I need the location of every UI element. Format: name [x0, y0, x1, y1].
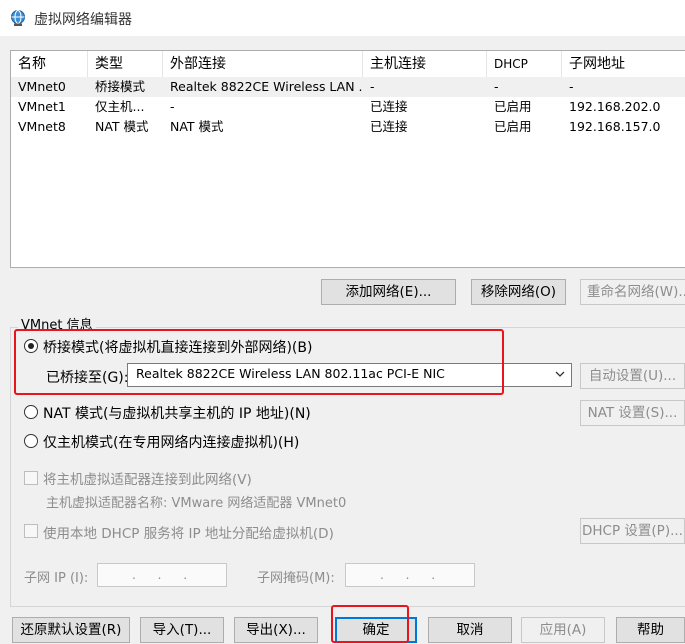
table-row[interactable]: VMnet8 NAT 模式 NAT 模式 已连接 已启用 192.168.157…: [11, 117, 685, 137]
subnet-mask-input[interactable]: . . .: [345, 563, 475, 587]
import-button[interactable]: 导入(T)...: [140, 617, 224, 643]
subnet-ip-label: 子网 IP (I):: [24, 571, 89, 586]
connect-adapter-label[interactable]: 将主机虚拟适配器连接到此网络(V): [43, 468, 252, 488]
cell-external: Realtek 8822CE Wireless LAN ...: [170, 79, 363, 94]
adapter-name-text: 主机虚拟适配器名称: VMware 网络适配器 VMnet0: [46, 496, 347, 511]
auto-settings-button[interactable]: 自动设置(U)...: [580, 363, 685, 389]
table-row[interactable]: VMnet1 仅主机... - 已连接 已启用 192.168.202.0: [11, 97, 685, 117]
use-dhcp-checkbox[interactable]: [24, 524, 38, 538]
window-title: 虚拟网络编辑器: [34, 12, 132, 28]
help-button[interactable]: 帮助: [616, 617, 685, 643]
column-header-name[interactable]: 名称: [11, 51, 88, 77]
host-only-mode-radio[interactable]: [24, 434, 38, 448]
host-only-mode-label[interactable]: 仅主机模式(在专用网络内连接虚拟机)(H): [43, 432, 299, 452]
connect-adapter-checkbox[interactable]: [24, 471, 38, 485]
cell-type: NAT 模式: [95, 119, 149, 134]
column-header-external[interactable]: 外部连接: [163, 51, 363, 77]
column-header-host[interactable]: 主机连接: [363, 51, 487, 77]
add-network-button[interactable]: 添加网络(E)...: [321, 279, 456, 305]
nat-settings-button[interactable]: NAT 设置(S)...: [580, 400, 685, 426]
column-header-type[interactable]: 类型: [88, 51, 163, 77]
dhcp-settings-button[interactable]: DHCP 设置(P)...: [580, 518, 685, 544]
cell-host: -: [370, 79, 375, 94]
remove-network-button[interactable]: 移除网络(O): [471, 279, 566, 305]
cell-dhcp: 已启用: [494, 99, 532, 114]
cell-host: 已连接: [370, 119, 408, 134]
subnet-ip-input[interactable]: . . .: [97, 563, 227, 587]
network-table[interactable]: 名称 类型 外部连接 主机连接 DHCP 子网地址 VMnet0 桥接模式 Re…: [10, 50, 685, 268]
subnet-mask-label: 子网掩码(M):: [257, 571, 335, 586]
cell-external: NAT 模式: [170, 119, 224, 134]
column-header-dhcp[interactable]: DHCP: [487, 51, 562, 77]
cell-name: VMnet0: [18, 79, 66, 94]
cell-name: VMnet1: [18, 99, 66, 114]
cell-external: -: [170, 99, 175, 114]
cell-name: VMnet8: [18, 119, 66, 134]
nat-mode-radio[interactable]: [24, 405, 38, 419]
cell-subnet: 192.168.157.0: [569, 119, 661, 134]
apply-button[interactable]: 应用(A): [521, 617, 605, 643]
export-button[interactable]: 导出(X)...: [234, 617, 318, 643]
nat-mode-label[interactable]: NAT 模式(与虚拟机共享主机的 IP 地址)(N): [43, 403, 311, 423]
cell-dhcp: -: [494, 79, 499, 94]
cell-type: 桥接模式: [95, 79, 146, 94]
network-globe-icon: [11, 10, 25, 26]
cell-type: 仅主机...: [95, 99, 145, 114]
column-header-subnet[interactable]: 子网地址: [562, 51, 685, 77]
highlight-bridged-box: [14, 329, 504, 395]
use-dhcp-label[interactable]: 使用本地 DHCP 服务将 IP 地址分配给虚拟机(D): [43, 522, 334, 542]
chevron-down-icon: [555, 371, 565, 377]
cell-subnet: 192.168.202.0: [569, 99, 661, 114]
cell-subnet: -: [569, 79, 574, 94]
cell-host: 已连接: [370, 99, 408, 114]
rename-network-button[interactable]: 重命名网络(W)...: [580, 279, 685, 305]
cell-dhcp: 已启用: [494, 119, 532, 134]
restore-defaults-button[interactable]: 还原默认设置(R): [12, 617, 130, 643]
table-row[interactable]: VMnet0 桥接模式 Realtek 8822CE Wireless LAN …: [11, 77, 685, 97]
cancel-button[interactable]: 取消: [428, 617, 512, 643]
highlight-ok-box: [331, 605, 409, 643]
